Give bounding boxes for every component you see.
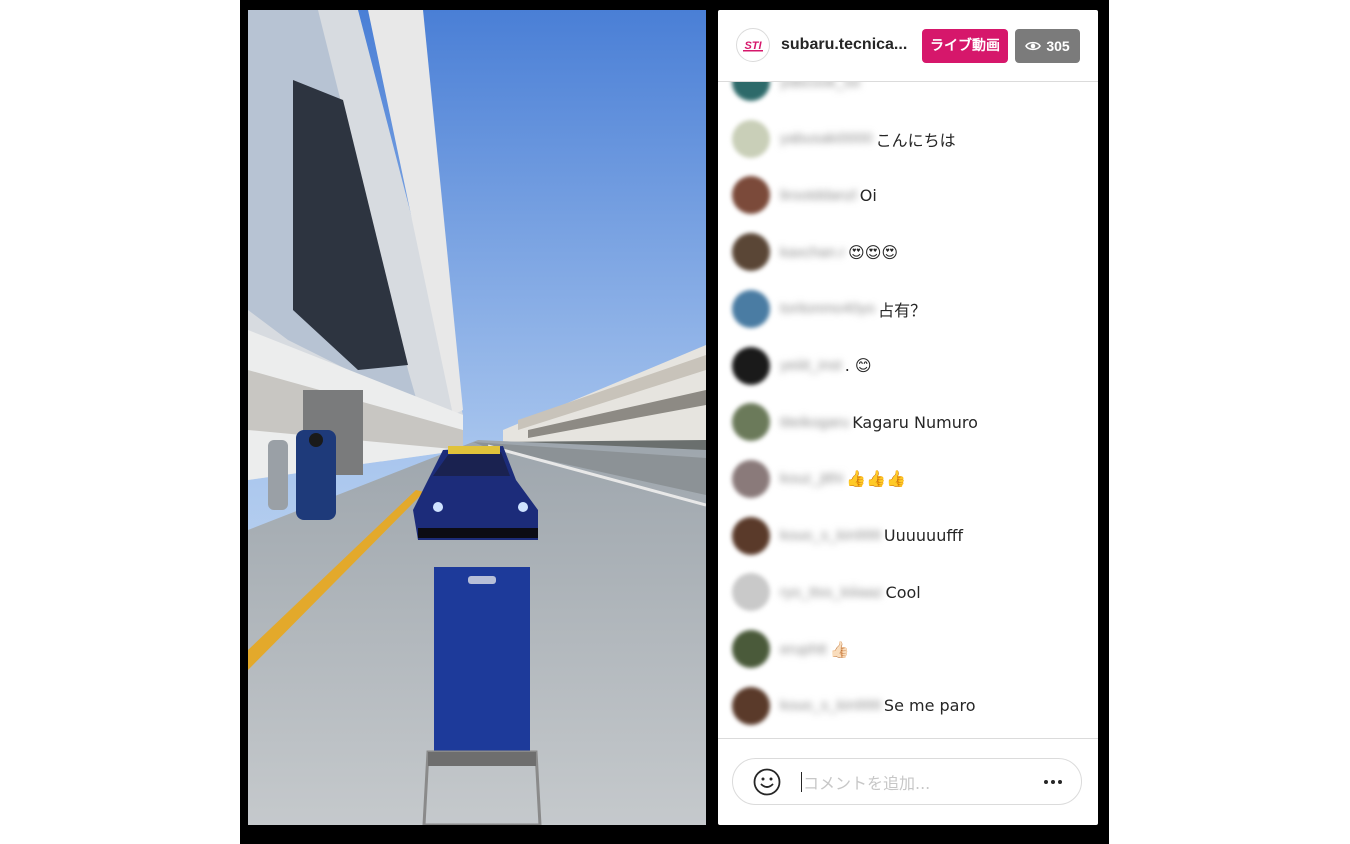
comment-row: kaxchan.r 😍😍😍 (732, 232, 1092, 272)
commenter-avatar[interactable] (732, 403, 770, 442)
live-viewer-backdrop: STI subaru.tecnica... ライブ動画 305 ydbcook_… (240, 0, 1109, 844)
sti-logo-icon: STI (743, 40, 763, 52)
viewer-count-badge: 305 (1015, 29, 1080, 63)
commenter-avatar[interactable] (732, 289, 770, 328)
commenter-username[interactable]: kouz_jtthi (780, 470, 843, 487)
comment-text: Se me paro (883, 696, 976, 716)
comment-row: toritonmo40yo 占有？ (732, 289, 1092, 329)
commenter-username[interactable]: toritonmo40yo (780, 300, 875, 317)
account-avatar[interactable]: STI (736, 28, 770, 62)
commenter-avatar[interactable] (732, 82, 770, 101)
comment-list[interactable]: ydbcook_tst yabusaki0000 こんにちは lirootddanzl… (718, 82, 1098, 738)
commenter-username[interactable]: kaxchan.r (780, 244, 845, 261)
comment-row: kouo_s_kin999 Se me paro (732, 686, 1092, 726)
commenter-username[interactable]: kouo_s_kin999 (780, 527, 881, 544)
eye-icon (1025, 41, 1042, 51)
live-header: STI subaru.tecnica... ライブ動画 305 (718, 10, 1098, 82)
comment-row: kouz_jtthi 👍👍👍 (732, 459, 1092, 499)
comment-text: . 😊 (844, 356, 872, 375)
commenter-username[interactable]: lirootddanzl (780, 187, 857, 204)
commenter-username[interactable]: kouo_s_kin999 (780, 697, 881, 714)
comment-row: eruphtt 👍🏻 (732, 629, 1092, 669)
comment-row: ydbcook_tst (732, 82, 1092, 102)
live-comments-panel: STI subaru.tecnica... ライブ動画 305 ydbcook_… (718, 10, 1098, 825)
commenter-avatar[interactable] (732, 573, 770, 612)
commenter-username[interactable]: yabusaki0000 (780, 130, 873, 147)
commenter-username[interactable]: eruphtt (780, 641, 827, 658)
comment-input[interactable] (801, 767, 1025, 799)
comment-text: Uuuuuufff (883, 526, 963, 546)
comment-row: titeikogaru Kagaru Numuro (732, 402, 1092, 442)
commenter-username[interactable]: yeiiit_inst (780, 357, 842, 374)
smiley-face-icon[interactable] (753, 768, 781, 796)
comment-text: こんにちは (875, 130, 956, 150)
commenter-avatar[interactable] (732, 119, 770, 158)
commenter-username[interactable]: ryo_ttss_kiiiaaz (780, 584, 883, 601)
commenter-avatar[interactable] (732, 233, 770, 272)
comment-row: ryo_ttss_kiiiaaz Cool (732, 572, 1092, 612)
more-horizontal-icon[interactable] (1041, 770, 1065, 794)
comment-text: 😍😍😍 (848, 242, 899, 262)
commenter-avatar[interactable] (732, 176, 770, 215)
viewer-count: 305 (1046, 38, 1070, 54)
comment-row: kouo_s_kin999 Uuuuuufff (732, 516, 1092, 556)
commenter-username[interactable]: ydbcook_tst (780, 82, 860, 91)
comment-text: Kagaru Numuro (852, 412, 978, 432)
live-badge: ライブ動画 (922, 29, 1008, 63)
commenter-username[interactable]: titeikogaru (780, 414, 849, 431)
comment-row: lirootddanzl Oi (732, 175, 1092, 215)
comment-row: yabusaki0000 こんにちは (732, 119, 1092, 159)
commenter-avatar[interactable] (732, 686, 770, 725)
comment-row: yeiiit_inst. 😊 (732, 346, 1092, 386)
live-video-player[interactable] (248, 10, 706, 825)
comment-text: 👍👍👍 (846, 469, 907, 489)
comment-text: 👍🏻 (829, 639, 850, 659)
commenter-avatar[interactable] (732, 459, 770, 498)
pit-lane-video-frame (248, 10, 706, 825)
input-divider (718, 738, 1098, 739)
comment-text: 占有？ (878, 300, 927, 320)
commenter-avatar[interactable] (732, 630, 770, 668)
commenter-avatar[interactable] (732, 516, 770, 555)
commenter-avatar[interactable] (732, 346, 770, 385)
account-username[interactable]: subaru.tecnica... (781, 36, 916, 54)
comment-input-box[interactable] (732, 758, 1082, 805)
comment-text: Oi (859, 185, 877, 205)
comment-text: Cool (885, 582, 921, 602)
